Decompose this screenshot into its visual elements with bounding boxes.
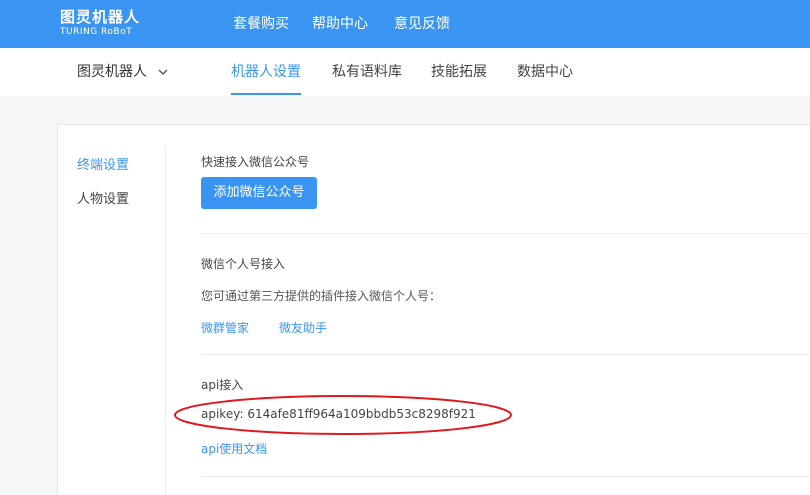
- logo-text-cn: 图灵机器人: [60, 8, 141, 26]
- tab-private-corpus[interactable]: 私有语料库: [332, 48, 402, 96]
- content-card: [57, 124, 810, 495]
- sidebar-item-character-settings[interactable]: 人物设置: [77, 188, 129, 207]
- tab-skill-extension[interactable]: 技能拓展: [431, 48, 487, 96]
- robot-selector[interactable]: 图灵机器人: [77, 48, 147, 96]
- chevron-down-icon[interactable]: [157, 66, 169, 78]
- logo-text-en: TURING RoBoT: [60, 27, 133, 37]
- top-header: 图灵机器人 TURING RoBoT 套餐购买 帮助中心 意见反馈: [0, 0, 810, 48]
- link-weiyou-assistant[interactable]: 微友助手: [279, 319, 327, 336]
- link-weiqun-manager[interactable]: 微群管家: [201, 319, 249, 336]
- sidebar-item-terminal-settings[interactable]: 终端设置: [77, 154, 129, 173]
- sidebar-divider: [165, 145, 166, 495]
- api-doc-link[interactable]: api使用文档: [201, 440, 267, 457]
- section-divider: [201, 354, 810, 355]
- api-title: api接入: [201, 378, 244, 392]
- wechat-official-title: 快速接入微信公众号: [201, 155, 310, 169]
- wechat-personal-description: 您可通过第三方提供的插件接入微信个人号：: [201, 289, 442, 303]
- section-divider: [201, 476, 810, 477]
- active-tab-indicator: [231, 93, 301, 95]
- turing-logo[interactable]: 图灵机器人 TURING RoBoT: [60, 8, 140, 40]
- tab-data-center[interactable]: 数据中心: [517, 48, 573, 96]
- highlight-ellipse: [174, 395, 512, 435]
- nav-package-purchase[interactable]: 套餐购买: [233, 0, 289, 48]
- add-wechat-official-button[interactable]: 添加微信公众号: [201, 177, 317, 209]
- wechat-personal-title: 微信个人号接入: [201, 257, 286, 271]
- sub-header: 图灵机器人 机器人设置 私有语料库 技能拓展 数据中心: [0, 48, 810, 96]
- tab-robot-settings[interactable]: 机器人设置: [231, 48, 301, 96]
- nav-feedback[interactable]: 意见反馈: [394, 0, 450, 48]
- nav-help-center[interactable]: 帮助中心: [312, 0, 368, 48]
- section-divider: [201, 233, 810, 234]
